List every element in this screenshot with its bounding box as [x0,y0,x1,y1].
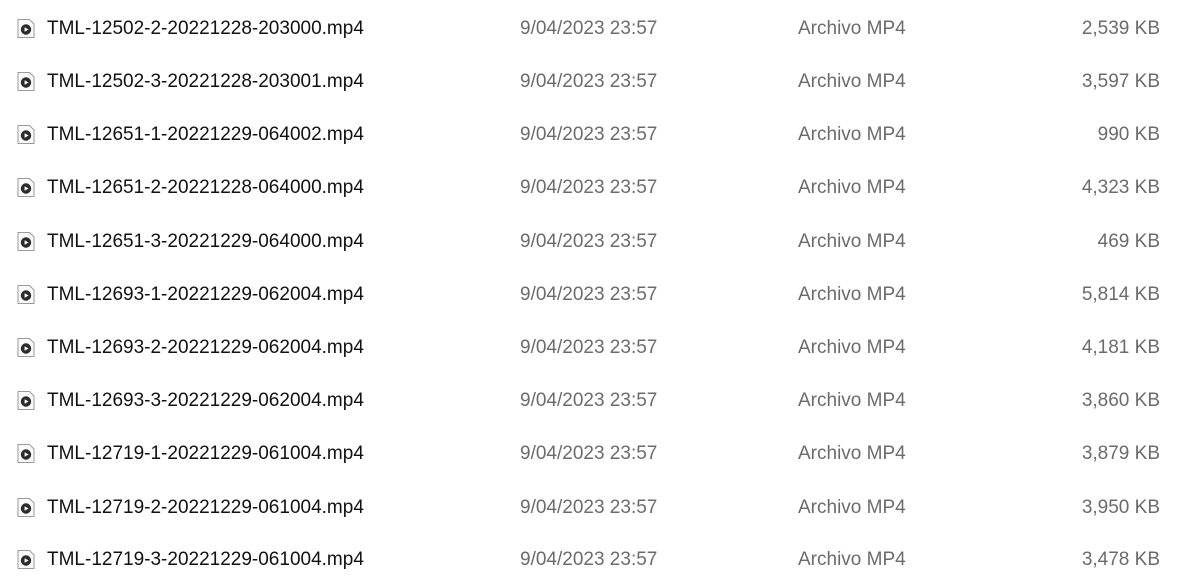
file-date-modified: 9/04/2023 23:57 [520,390,658,411]
file-type: Archivo MP4 [798,390,906,411]
file-name: TML-12693-1-20221229-062004.mp4 [47,284,364,305]
file-date-modified: 9/04/2023 23:57 [520,231,658,252]
file-date-modified: 9/04/2023 23:57 [520,443,658,464]
file-name: TML-12693-3-20221229-062004.mp4 [47,390,364,411]
file-name: TML-12651-3-20221229-064000.mp4 [47,231,364,252]
file-size: 4,181 KB [1081,337,1160,358]
file-size: 3,478 KB [1081,549,1160,570]
file-row[interactable]: TML-12719-1-20221229-061004.mp4 9/04/202… [0,427,1200,480]
mp4-file-icon [17,338,35,357]
file-type: Archivo MP4 [798,231,906,252]
file-size: 5,814 KB [1081,284,1160,305]
file-row[interactable]: TML-12693-2-20221229-062004.mp4 9/04/202… [0,321,1200,374]
mp4-file-icon [17,125,35,144]
mp4-file-icon [17,498,35,517]
file-type: Archivo MP4 [798,71,906,92]
file-size: 990 KB [1097,124,1160,145]
file-date-modified: 9/04/2023 23:57 [520,549,658,570]
file-date-modified: 9/04/2023 23:57 [520,177,658,198]
file-size: 3,597 KB [1081,71,1160,92]
file-name: TML-12651-1-20221229-064002.mp4 [47,124,364,145]
file-row[interactable]: TML-12719-3-20221229-061004.mp4 9/04/202… [0,533,1200,586]
file-size: 4,323 KB [1081,177,1160,198]
file-type: Archivo MP4 [798,549,906,570]
file-type: Archivo MP4 [798,177,906,198]
mp4-file-icon [17,19,35,38]
file-date-modified: 9/04/2023 23:57 [520,18,658,39]
file-row[interactable]: TML-12651-1-20221229-064002.mp4 9/04/202… [0,108,1200,161]
file-row[interactable]: TML-12502-2-20221228-203000.mp4 9/04/202… [0,2,1200,55]
file-name: TML-12719-2-20221229-061004.mp4 [47,497,364,518]
file-name: TML-12719-3-20221229-061004.mp4 [47,549,364,570]
file-date-modified: 9/04/2023 23:57 [520,71,658,92]
file-size: 2,539 KB [1081,18,1160,39]
file-date-modified: 9/04/2023 23:57 [520,337,658,358]
mp4-file-icon [17,72,35,91]
mp4-file-icon [17,232,35,251]
mp4-file-icon [17,444,35,463]
file-name: TML-12693-2-20221229-062004.mp4 [47,337,364,358]
mp4-file-icon [17,178,35,197]
file-type: Archivo MP4 [798,124,906,145]
file-size: 3,860 KB [1081,390,1160,411]
file-name: TML-12719-1-20221229-061004.mp4 [47,443,364,464]
file-name: TML-12651-2-20221228-064000.mp4 [47,177,364,198]
file-date-modified: 9/04/2023 23:57 [520,124,658,145]
mp4-file-icon [17,285,35,304]
file-type: Archivo MP4 [798,497,906,518]
file-size: 3,879 KB [1081,443,1160,464]
file-list: TML-12502-2-20221228-203000.mp4 9/04/202… [0,0,1200,586]
file-date-modified: 9/04/2023 23:57 [520,284,658,305]
file-type: Archivo MP4 [798,337,906,358]
file-row[interactable]: TML-12693-3-20221229-062004.mp4 9/04/202… [0,374,1200,427]
file-row[interactable]: TML-12651-2-20221228-064000.mp4 9/04/202… [0,161,1200,214]
file-row[interactable]: TML-12651-3-20221229-064000.mp4 9/04/202… [0,215,1200,268]
file-row[interactable]: TML-12693-1-20221229-062004.mp4 9/04/202… [0,268,1200,321]
file-name: TML-12502-2-20221228-203000.mp4 [47,18,364,39]
file-type: Archivo MP4 [798,18,906,39]
file-type: Archivo MP4 [798,284,906,305]
file-name: TML-12502-3-20221228-203001.mp4 [47,71,364,92]
file-row[interactable]: TML-12502-3-20221228-203001.mp4 9/04/202… [0,55,1200,108]
file-size: 3,950 KB [1081,497,1160,518]
file-type: Archivo MP4 [798,443,906,464]
mp4-file-icon [17,391,35,410]
mp4-file-icon [17,550,35,569]
file-row[interactable]: TML-12719-2-20221229-061004.mp4 9/04/202… [0,481,1200,534]
file-size: 469 KB [1097,231,1160,252]
file-date-modified: 9/04/2023 23:57 [520,497,658,518]
